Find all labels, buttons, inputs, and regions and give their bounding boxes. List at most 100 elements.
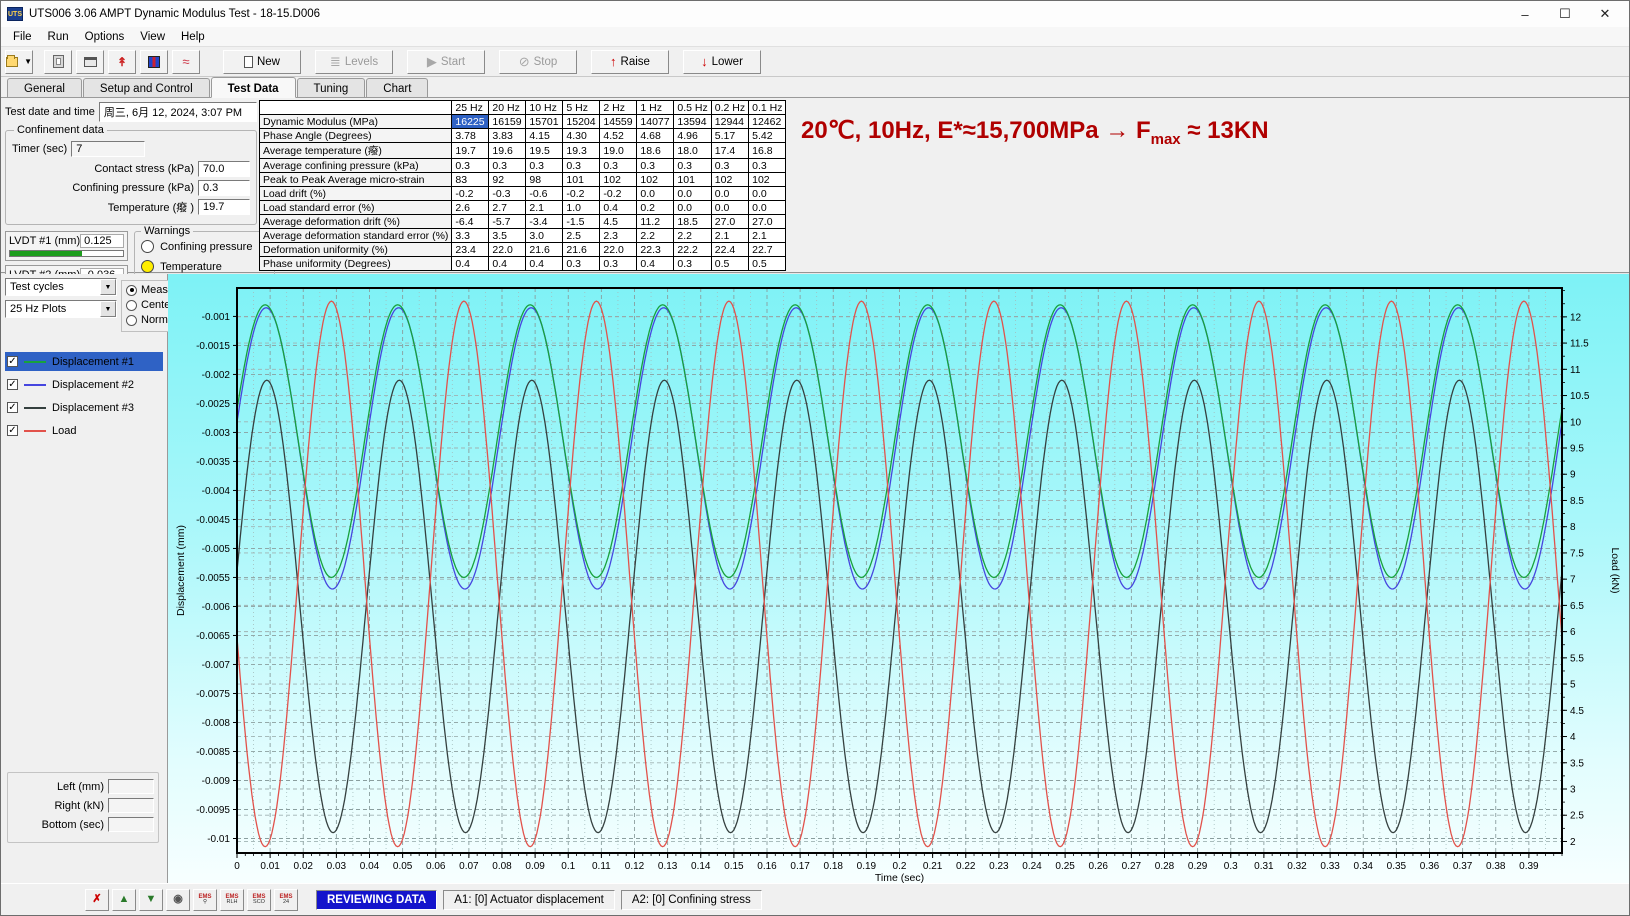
data-cell[interactable]: 0.0 <box>674 201 711 215</box>
data-cell[interactable]: -0.2 <box>563 187 600 201</box>
data-cell[interactable]: 0.0 <box>749 201 786 215</box>
data-cell[interactable]: 15204 <box>563 115 600 129</box>
data-cell[interactable]: 18.0 <box>674 143 711 159</box>
data-cell[interactable]: 101 <box>674 173 711 187</box>
legend-item-displacement1[interactable]: ✓Displacement #1 <box>5 352 163 371</box>
abort-button[interactable]: ✗ <box>85 889 109 911</box>
checkbox-icon[interactable]: ✓ <box>7 379 18 390</box>
data-cell[interactable]: 0.4 <box>452 257 489 271</box>
data-cell[interactable]: 0.3 <box>637 159 674 173</box>
plot-select[interactable]: 25 Hz Plots ▼ <box>5 300 117 318</box>
paste-button[interactable] <box>44 50 72 74</box>
data-cell[interactable]: 0.3 <box>674 159 711 173</box>
jog-down-button[interactable]: ▼ <box>139 889 163 911</box>
data-cell[interactable]: 3.78 <box>452 129 489 143</box>
data-cell[interactable]: 19.3 <box>563 143 600 159</box>
new-button[interactable]: ▯New <box>223 50 301 74</box>
data-cell[interactable]: 0.3 <box>749 159 786 173</box>
data-cell[interactable]: 16.8 <box>749 143 786 159</box>
data-cell[interactable]: 4.52 <box>600 129 637 143</box>
data-cell[interactable]: -1.5 <box>563 215 600 229</box>
data-cell[interactable]: 0.3 <box>452 159 489 173</box>
data-cell[interactable]: 0.3 <box>711 159 748 173</box>
open-file-button[interactable]: ▼ <box>5 50 33 74</box>
data-cell[interactable]: 19.6 <box>489 143 526 159</box>
data-cell[interactable]: 102 <box>637 173 674 187</box>
data-cell[interactable]: 4.15 <box>526 129 563 143</box>
data-cell[interactable]: 0.0 <box>749 187 786 201</box>
cycle-select[interactable]: Test cycles ▼ <box>5 278 117 296</box>
data-cell[interactable]: 21.6 <box>563 243 600 257</box>
data-cell[interactable]: 22.4 <box>711 243 748 257</box>
data-cell[interactable]: 14077 <box>637 115 674 129</box>
data-cell[interactable]: 19.5 <box>526 143 563 159</box>
data-cell[interactable]: 2.3 <box>600 229 637 243</box>
data-cell[interactable]: 3.0 <box>526 229 563 243</box>
data-cell[interactable]: 102 <box>749 173 786 187</box>
legend-item-displacement3[interactable]: ✓Displacement #3 <box>5 398 163 417</box>
data-cell[interactable]: 22.7 <box>749 243 786 257</box>
data-cell[interactable]: -0.2 <box>452 187 489 201</box>
data-cell[interactable]: 0.5 <box>711 257 748 271</box>
data-cell[interactable]: 0.0 <box>637 187 674 201</box>
data-cell[interactable]: 0.4 <box>526 257 563 271</box>
data-cell[interactable]: -5.7 <box>489 215 526 229</box>
data-cell[interactable]: 101 <box>563 173 600 187</box>
menu-view[interactable]: View <box>132 29 173 45</box>
data-cell[interactable]: 0.0 <box>674 187 711 201</box>
radio-icon[interactable] <box>126 315 137 326</box>
data-cell[interactable]: -0.6 <box>526 187 563 201</box>
checkbox-icon[interactable]: ✓ <box>7 425 18 436</box>
scale-input[interactable] <box>108 817 154 832</box>
data-cell[interactable]: 0.3 <box>674 257 711 271</box>
data-cell[interactable]: 4.30 <box>563 129 600 143</box>
scale-input[interactable] <box>108 779 154 794</box>
station-button[interactable]: ◉ <box>166 889 190 911</box>
data-cell[interactable]: 2.6 <box>452 201 489 215</box>
chevron-down-icon[interactable]: ▼ <box>100 301 116 317</box>
legend-item-displacement2[interactable]: ✓Displacement #2 <box>5 375 163 394</box>
data-grid-button[interactable] <box>140 50 168 74</box>
minimize-button[interactable]: – <box>1505 2 1545 26</box>
tab-chart[interactable]: Chart <box>366 78 428 97</box>
data-cell[interactable]: 12944 <box>711 115 748 129</box>
ems-24-button[interactable]: EMS24 <box>274 889 298 911</box>
data-cell[interactable]: 18.6 <box>637 143 674 159</box>
data-cell[interactable]: 14559 <box>600 115 637 129</box>
legend-item-load[interactable]: ✓Load <box>5 421 163 440</box>
data-cell[interactable]: 5.42 <box>749 129 786 143</box>
data-cell[interactable]: 0.4 <box>489 257 526 271</box>
data-cell[interactable]: 0.4 <box>600 201 637 215</box>
data-cell[interactable]: 27.0 <box>749 215 786 229</box>
data-cell[interactable]: 2.1 <box>749 229 786 243</box>
data-cell[interactable]: 0.3 <box>489 159 526 173</box>
data-cell[interactable]: 102 <box>600 173 637 187</box>
data-cell[interactable]: 2.5 <box>563 229 600 243</box>
data-cell[interactable]: 13594 <box>674 115 711 129</box>
data-cell[interactable]: 2.1 <box>526 201 563 215</box>
tab-setup-and-control[interactable]: Setup and Control <box>83 78 210 97</box>
scale-input[interactable] <box>108 798 154 813</box>
data-cell[interactable]: 2.7 <box>489 201 526 215</box>
data-cell[interactable]: 4.68 <box>637 129 674 143</box>
maximize-button[interactable]: ☐ <box>1545 2 1585 26</box>
data-cell[interactable]: 98 <box>526 173 563 187</box>
data-cell[interactable]: 22.0 <box>600 243 637 257</box>
data-cell[interactable]: -0.3 <box>489 187 526 201</box>
data-cell[interactable]: 0.4 <box>637 257 674 271</box>
data-cell[interactable]: 83 <box>452 173 489 187</box>
data-cell[interactable]: 2.2 <box>637 229 674 243</box>
data-cell[interactable]: 0.3 <box>526 159 563 173</box>
data-cell[interactable]: 4.5 <box>600 215 637 229</box>
radio-icon[interactable] <box>126 300 137 311</box>
close-button[interactable]: ✕ <box>1585 2 1625 26</box>
ems-rlh-button[interactable]: EMSRLH <box>220 889 244 911</box>
lower-button[interactable]: ↓Lower <box>683 50 761 74</box>
menu-options[interactable]: Options <box>77 29 133 45</box>
data-cell[interactable]: 16159 <box>489 115 526 129</box>
data-cell[interactable]: 0.3 <box>563 159 600 173</box>
data-cell[interactable]: 19.7 <box>452 143 489 159</box>
data-cell[interactable]: 19.0 <box>600 143 637 159</box>
ems-sco-button[interactable]: EMSSCO <box>247 889 271 911</box>
menu-file[interactable]: File <box>5 29 40 45</box>
